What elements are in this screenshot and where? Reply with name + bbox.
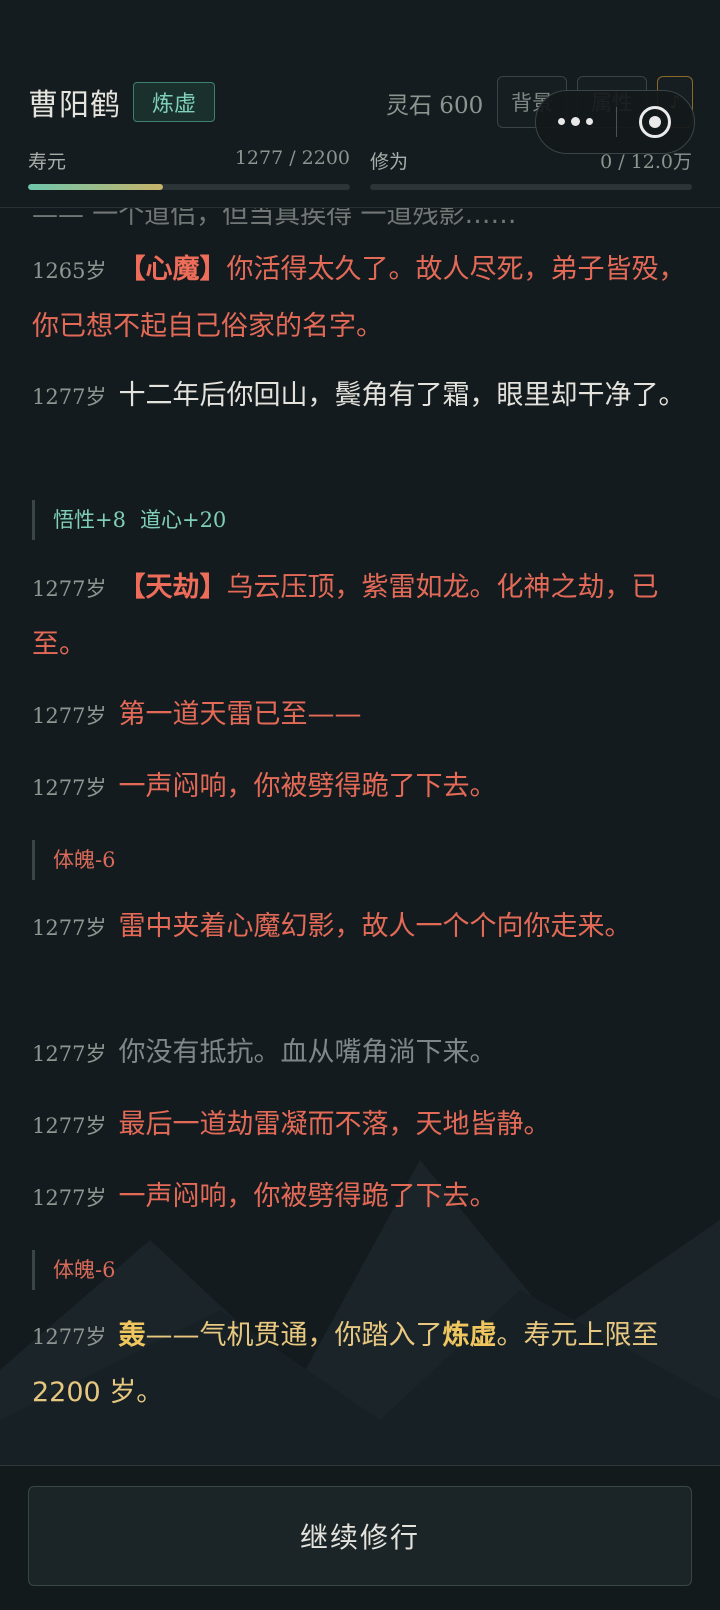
log-entry: 1277岁 轰——气机贯通，你踏入了炼虚。寿元上限至 2200 岁。 bbox=[32, 1308, 692, 1421]
log-entry: 1277岁 最后一道劫雷凝而不落，天地皆静。 bbox=[32, 1097, 692, 1154]
log-entry: 1277岁 一声闷响，你被劈得跪了下去。 bbox=[32, 759, 692, 816]
log-entry: 1277岁 雷中夹着心魔幻影，故人一个个向你走来。 bbox=[32, 899, 692, 956]
entry-text: 一声闷响，你被劈得跪了下去。 bbox=[118, 771, 497, 802]
spirit-stone-count: 灵石 600 bbox=[386, 93, 484, 119]
log-entry-clipped: —— 一个道侣，但当真挨得 一道残影…… bbox=[32, 208, 517, 230]
entry-age: 1277岁 bbox=[32, 1325, 107, 1349]
stat-change: 体魄-6 bbox=[32, 840, 115, 880]
entry-tag: 【天劫】 bbox=[118, 572, 227, 603]
entry-text: 第一道天雷已至—— bbox=[118, 699, 362, 730]
log-entry: 1265岁 【心魔】你活得太久了。故人尽死，弟子皆殁，你已想不起自己俗家的名字。 bbox=[32, 242, 692, 355]
cultivation-progress-bar bbox=[370, 184, 692, 190]
event-log[interactable]: —— 一个道侣，但当真挨得 一道残影…… 1265岁 【心魔】你活得太久了。故人尽… bbox=[0, 208, 720, 1465]
entry-age: 1265岁 bbox=[32, 259, 107, 283]
entry-age: 1277岁 bbox=[32, 385, 107, 409]
lifespan-label: 寿元 bbox=[28, 151, 67, 173]
entry-age: 1277岁 bbox=[32, 704, 107, 728]
lifespan-value: 1277 / 2200 bbox=[234, 147, 350, 169]
realm-badge: 炼虚 bbox=[133, 82, 215, 122]
stat-delta: 悟性+8 bbox=[53, 508, 126, 532]
entry-text: 你没有抵抗。血从嘴角淌下来。 bbox=[118, 1037, 497, 1068]
stat-delta: 道心+20 bbox=[139, 508, 227, 532]
log-entry: 1277岁 【天劫】乌云压顶，紫雷如龙。化神之劫，已至。 bbox=[32, 560, 692, 673]
log-entry: 1277岁 你没有抵抗。血从嘴角淌下来。 bbox=[32, 1025, 692, 1082]
stat-delta: 体魄-6 bbox=[53, 1258, 116, 1282]
more-dots-icon[interactable] bbox=[536, 117, 616, 126]
log-entry: 1277岁 第一道天雷已至—— bbox=[32, 687, 692, 744]
stat-change: 悟性+8 道心+20 bbox=[32, 500, 226, 540]
entry-age: 1277岁 bbox=[32, 577, 107, 601]
entry-text: 最后一道劫雷凝而不落，天地皆静。 bbox=[118, 1109, 551, 1140]
entry-age: 1277岁 bbox=[32, 1186, 107, 1210]
log-entry: 1277岁 十二年后你回山，鬓角有了霜，眼里却干净了。 bbox=[32, 368, 692, 425]
target-close-icon[interactable] bbox=[617, 106, 695, 138]
stat-delta: 体魄-6 bbox=[53, 848, 116, 872]
entry-age: 1277岁 bbox=[32, 776, 107, 800]
entry-age: 1277岁 bbox=[32, 916, 107, 940]
entry-text: 一声闷响，你被劈得跪了下去。 bbox=[118, 1181, 497, 1212]
cultivation-label: 修为 bbox=[370, 151, 409, 173]
entry-age: 1277岁 bbox=[32, 1042, 107, 1066]
continue-cultivation-button[interactable]: 继续修行 bbox=[28, 1486, 692, 1586]
entry-text: 雷中夹着心魔幻影，故人一个个向你走来。 bbox=[118, 911, 632, 942]
log-entry: 1277岁 一声闷响，你被劈得跪了下去。 bbox=[32, 1169, 692, 1226]
entry-tag: 【心魔】 bbox=[118, 254, 227, 285]
entry-realm: 炼虚 bbox=[442, 1320, 497, 1351]
entry-text: 十二年后你回山，鬓角有了霜，眼里却干净了。 bbox=[118, 380, 686, 411]
lifespan-progress-fill bbox=[28, 184, 164, 190]
entry-text: ——气机贯通，你踏入了 bbox=[145, 1320, 443, 1351]
stat-change: 体魄-6 bbox=[32, 1250, 115, 1290]
footer-bar: 继续修行 bbox=[0, 1465, 720, 1610]
miniprogram-capsule bbox=[535, 90, 695, 154]
entry-emphasis: 轰 bbox=[118, 1320, 146, 1351]
entry-age: 1277岁 bbox=[32, 1114, 107, 1138]
lifespan-progress-bar bbox=[28, 184, 350, 190]
character-name: 曹阳鹤 bbox=[28, 88, 121, 123]
